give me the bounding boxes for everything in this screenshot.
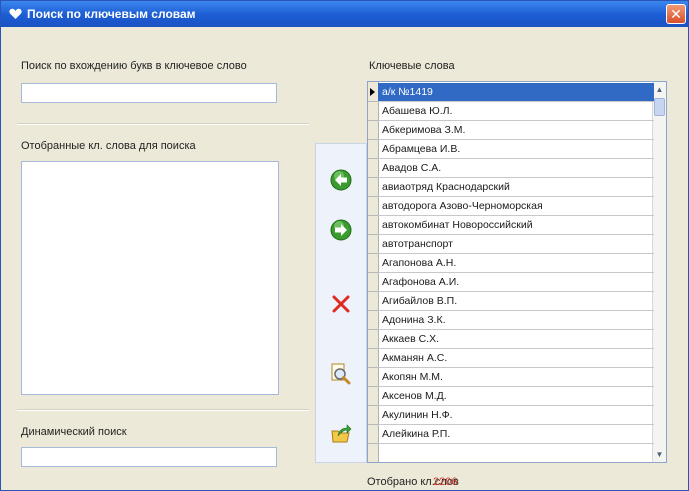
keyword-row[interactable]: Абкеримова З.М.	[378, 121, 654, 140]
search-button[interactable]	[327, 360, 355, 388]
folder-arrow-icon	[331, 424, 352, 443]
move-left-button[interactable]	[327, 166, 355, 194]
keyword-row[interactable]: Алейкина Р.П.	[378, 425, 654, 444]
row-indicator[interactable]	[368, 197, 378, 216]
divider	[17, 409, 309, 411]
selected-keywords-label: Отобранные кл. слова для поиска	[21, 140, 196, 152]
keyword-row[interactable]: автотранспорт	[378, 235, 654, 254]
row-indicator[interactable]	[368, 140, 378, 159]
row-indicator[interactable]	[368, 121, 378, 140]
divider	[17, 123, 309, 125]
row-indicator[interactable]	[368, 406, 378, 425]
window-title: Поиск по ключевым словам	[27, 7, 196, 21]
row-indicator[interactable]	[368, 292, 378, 311]
row-indicator[interactable]	[368, 311, 378, 330]
keyword-row[interactable]: а/к №1419	[378, 83, 654, 102]
magnifier-icon	[331, 363, 351, 385]
keywords-grid[interactable]: ▲ ▼ а/к №1419 Абашева Ю.Л. Абкеримова З.М.…	[367, 81, 667, 463]
keyword-row[interactable]: автокомбинат Новороссийский	[378, 216, 654, 235]
move-right-button[interactable]	[327, 216, 355, 244]
row-indicator[interactable]	[368, 330, 378, 349]
row-indicator[interactable]	[368, 349, 378, 368]
row-indicator[interactable]	[368, 425, 378, 444]
action-toolbar	[315, 143, 367, 463]
arrow-left-icon	[330, 169, 352, 191]
row-indicator[interactable]	[368, 387, 378, 406]
delete-icon	[332, 295, 350, 313]
keyword-row[interactable]: Адонина З.К.	[378, 311, 654, 330]
row-indicator[interactable]	[368, 216, 378, 235]
keyword-row[interactable]: Агафонова А.И.	[378, 273, 654, 292]
keyword-row[interactable]: Авадов С.А.	[378, 159, 654, 178]
keyword-row[interactable]: Агапонова А.Н.	[378, 254, 654, 273]
dynamic-search-label: Динамический поиск	[21, 426, 127, 438]
keyword-row[interactable]: Акманян А.С.	[378, 349, 654, 368]
keyword-row[interactable]: Абрамцева И.В.	[378, 140, 654, 159]
export-button[interactable]	[327, 420, 355, 448]
row-indicator[interactable]	[368, 254, 378, 273]
keyword-row[interactable]: Агибайлов В.П.	[378, 292, 654, 311]
keyword-row[interactable]: Акулинин Н.Ф.	[378, 406, 654, 425]
selected-keywords-list[interactable]	[21, 161, 279, 395]
keyword-row[interactable]: Аккаев С.Х.	[378, 330, 654, 349]
arrow-right-icon	[330, 219, 352, 241]
dynamic-search-input[interactable]	[21, 447, 277, 467]
current-row-pointer-icon	[370, 88, 375, 96]
row-indicator[interactable]	[368, 159, 378, 178]
keyword-search-window: Поиск по ключевым словам ✕ Поиск по вхож…	[0, 0, 689, 491]
keyword-row[interactable]: Аксенов М.Д.	[378, 387, 654, 406]
keywords-label: Ключевые слова	[369, 60, 455, 72]
scroll-thumb[interactable]	[654, 98, 665, 116]
keyword-row[interactable]: Акопян М.М.	[378, 368, 654, 387]
row-indicator[interactable]	[368, 102, 378, 121]
scroll-up-button[interactable]: ▲	[654, 83, 665, 96]
keyword-row[interactable]: авиаотряд Краснодарский	[378, 178, 654, 197]
search-label: Поиск по вхождению букв в ключевое слово	[21, 60, 247, 72]
delete-button[interactable]	[327, 290, 355, 318]
keyword-count-value: 2206	[433, 476, 458, 488]
row-indicator[interactable]	[368, 83, 378, 102]
heart-icon	[7, 6, 23, 22]
row-indicator[interactable]	[368, 235, 378, 254]
title-bar: Поиск по ключевым словам ✕	[1, 1, 688, 27]
row-indicator[interactable]	[368, 178, 378, 197]
row-indicator[interactable]	[368, 273, 378, 292]
keyword-row[interactable]: Абашева Ю.Л.	[378, 102, 654, 121]
close-icon: ✕	[670, 5, 682, 22]
keywords-scrollbar[interactable]: ▲ ▼	[652, 82, 666, 462]
row-indicator[interactable]	[368, 368, 378, 387]
scroll-down-button[interactable]: ▼	[654, 448, 665, 461]
close-button[interactable]: ✕	[666, 4, 686, 24]
keyword-row[interactable]: автодорога Азово-Черноморская	[378, 197, 654, 216]
search-input[interactable]	[21, 83, 277, 103]
